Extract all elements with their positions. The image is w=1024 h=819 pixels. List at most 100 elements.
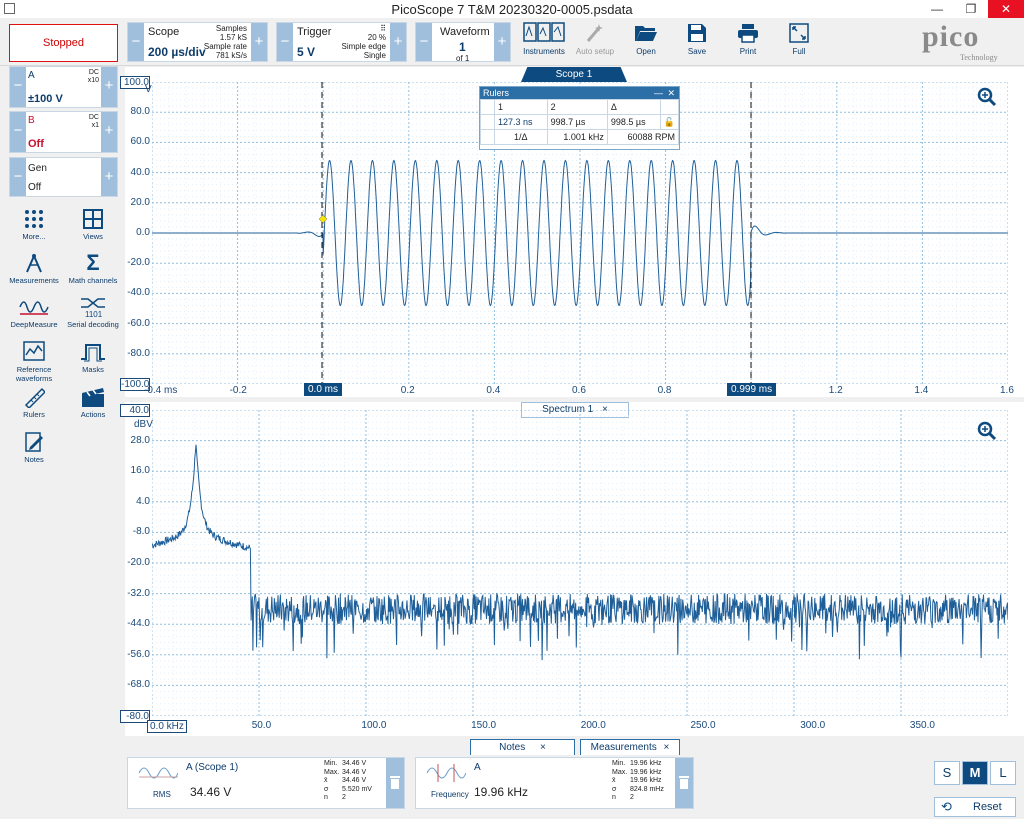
waveform-next-button[interactable]: + (494, 23, 510, 61)
waveform-index[interactable]: 1 (459, 40, 466, 54)
instruments-button[interactable]: Instruments (520, 21, 568, 63)
tick-label: 0.2 (400, 385, 415, 396)
reset-button[interactable]: ⟲ Reset (934, 797, 1016, 817)
generator-control[interactable]: − Gen Off + (9, 157, 118, 197)
ruler-1-badge[interactable]: 0.0 ms (304, 383, 343, 396)
views-button[interactable]: Views (65, 208, 121, 241)
auto-setup-icon (586, 24, 603, 42)
scope-zoom-icon[interactable] (977, 87, 997, 107)
tick-label: -20.0 (127, 557, 150, 568)
trigger-label: Trigger (297, 26, 332, 38)
math-channels-button[interactable]: Σ Math channels (65, 250, 121, 286)
reference-waveforms-button[interactable]: Reference waveforms (6, 341, 62, 383)
lock-icon: 🔓 (659, 114, 680, 130)
generator-decrease[interactable]: − (10, 158, 26, 196)
size-small-button[interactable]: S (934, 761, 960, 785)
delete-measurement-button[interactable] (386, 758, 404, 808)
tick-label: 0.4 (486, 385, 501, 396)
measurement-stats: Min. 19.96 kHz Max. 19.96 kHz x̄ 19.96 kHz … (612, 760, 664, 801)
rulers-panel[interactable]: Rulers — ✕ 12Δ 127.3 ns 998.7 µs 998.5 µs 🔓… (479, 86, 680, 150)
tick-label: 4.0 (136, 495, 150, 507)
spectrum-grid (152, 410, 1008, 716)
svg-text:1101: 1101 (85, 310, 103, 318)
auto-setup-button[interactable]: Auto setup (571, 21, 619, 63)
tick-label: 28.0 (130, 434, 150, 446)
timebase-increase-button[interactable]: + (251, 23, 267, 61)
channel-a-control[interactable]: − A DC x10 ±100 V + (9, 66, 118, 108)
rulers-button[interactable]: Rulers (6, 386, 62, 419)
notes-button[interactable]: Notes (6, 431, 62, 464)
rulers-close-icon[interactable]: ✕ (667, 87, 675, 99)
scope-tab[interactable]: Scope 1 (521, 67, 627, 82)
masks-button[interactable]: Masks (65, 341, 121, 374)
sampling-info: Samples 1.57 kS Sample rate 781 kS/s (203, 24, 247, 60)
restore-button[interactable]: ❐ (956, 0, 986, 18)
deepmeasure-icon (19, 301, 49, 315)
channel-b-control[interactable]: − B DC x1 Off + (9, 111, 118, 153)
tick-label: 350.0 (909, 720, 935, 731)
delete-measurement-button[interactable] (675, 758, 693, 808)
run-stop-button[interactable]: Stopped (9, 24, 118, 62)
tick-label: -0.2 (229, 385, 247, 396)
timebase-control: − Scope 200 µs/div Samples 1.57 kS Sampl… (127, 22, 268, 62)
tick-label: 300.0 (800, 720, 826, 731)
channel-b-decrease[interactable]: − (10, 112, 26, 152)
size-large-button[interactable]: L (990, 761, 1016, 785)
tick-label: -20.0 (127, 257, 150, 269)
measurement-stats: Min. 34.46 V Max. 34.46 V x̄ 34.46 V σ 5.520… (324, 760, 372, 801)
generator-state[interactable]: Off (28, 182, 41, 193)
channel-a-range[interactable]: ±100 V (28, 93, 63, 105)
window-title: PicoScope 7 T&M 20230320-0005.psdata (391, 2, 633, 17)
timebase-decrease-button[interactable]: − (128, 23, 144, 61)
save-button[interactable]: Save (673, 21, 721, 63)
waveform-label: Waveform (440, 26, 490, 38)
trigger-decrease-button[interactable]: − (277, 23, 293, 61)
spectrum-unit: dBV (134, 419, 153, 430)
close-button[interactable]: ✕ (988, 0, 1024, 18)
full-button[interactable]: Full (775, 21, 823, 63)
save-icon (688, 24, 706, 42)
tick-label: 80.0 (130, 106, 150, 118)
actions-button[interactable]: Actions (65, 386, 121, 419)
timebase-value[interactable]: 200 µs/div (148, 45, 206, 59)
generator-increase[interactable]: + (101, 158, 117, 196)
notes-tab[interactable]: Notes × (470, 739, 575, 755)
measurements-icon (26, 253, 42, 273)
waveform-prev-button[interactable]: − (416, 23, 432, 61)
channel-b-range[interactable]: Off (28, 138, 44, 150)
tick-label: 250.0 (690, 720, 716, 731)
trigger-level[interactable]: 5 V (297, 45, 315, 59)
spectrum-plot[interactable] (152, 410, 1008, 716)
rms-waveform-icon (138, 767, 178, 779)
measurements-button[interactable]: Measurements (6, 252, 62, 285)
size-medium-button[interactable]: M (962, 761, 988, 785)
open-folder-icon (635, 26, 657, 41)
tick-label: 1.4 (914, 385, 929, 396)
tick-label: 40.0 (130, 166, 150, 178)
minimize-button[interactable]: — (922, 0, 952, 18)
tick-label: 0.0 kHz (147, 720, 187, 733)
deepmeasure-button[interactable]: DeepMeasure (6, 296, 62, 329)
channel-a-increase[interactable]: + (101, 67, 117, 107)
measurements-tab[interactable]: Measurements × (580, 739, 680, 755)
instruments-icon (523, 22, 565, 42)
trigger-info: ⠿ 20 % Simple edge Single (341, 24, 386, 60)
serial-decoding-button[interactable]: 1101 Serial decoding (65, 296, 121, 329)
spectrum-zoom-icon[interactable] (977, 421, 997, 441)
tick-label: -8.0 (132, 526, 150, 538)
print-button[interactable]: Print (724, 21, 772, 63)
channel-a-decrease[interactable]: − (10, 67, 26, 107)
more-button[interactable]: More... (6, 208, 62, 241)
scope-unit: V (145, 84, 152, 95)
trigger-increase-button[interactable]: + (390, 23, 406, 61)
ruler-2-badge[interactable]: 0.999 ms (727, 383, 777, 396)
channel-b-increase[interactable]: + (101, 112, 117, 152)
measurement-card[interactable]: A (Scope 1) RMS 34.46 V Min. 34.46 V Max.… (127, 757, 405, 809)
tick-label: -80.0 (127, 347, 150, 359)
measurement-card[interactable]: A Frequency 19.96 kHz Min. 19.96 kHz Max.… (415, 757, 694, 809)
open-button[interactable]: Open (622, 21, 670, 63)
rulers-minimize-icon: — (654, 88, 663, 98)
view-separator[interactable] (125, 397, 1024, 401)
sigma-icon: Σ (86, 250, 100, 275)
tick-label: 16.0 (130, 465, 150, 477)
